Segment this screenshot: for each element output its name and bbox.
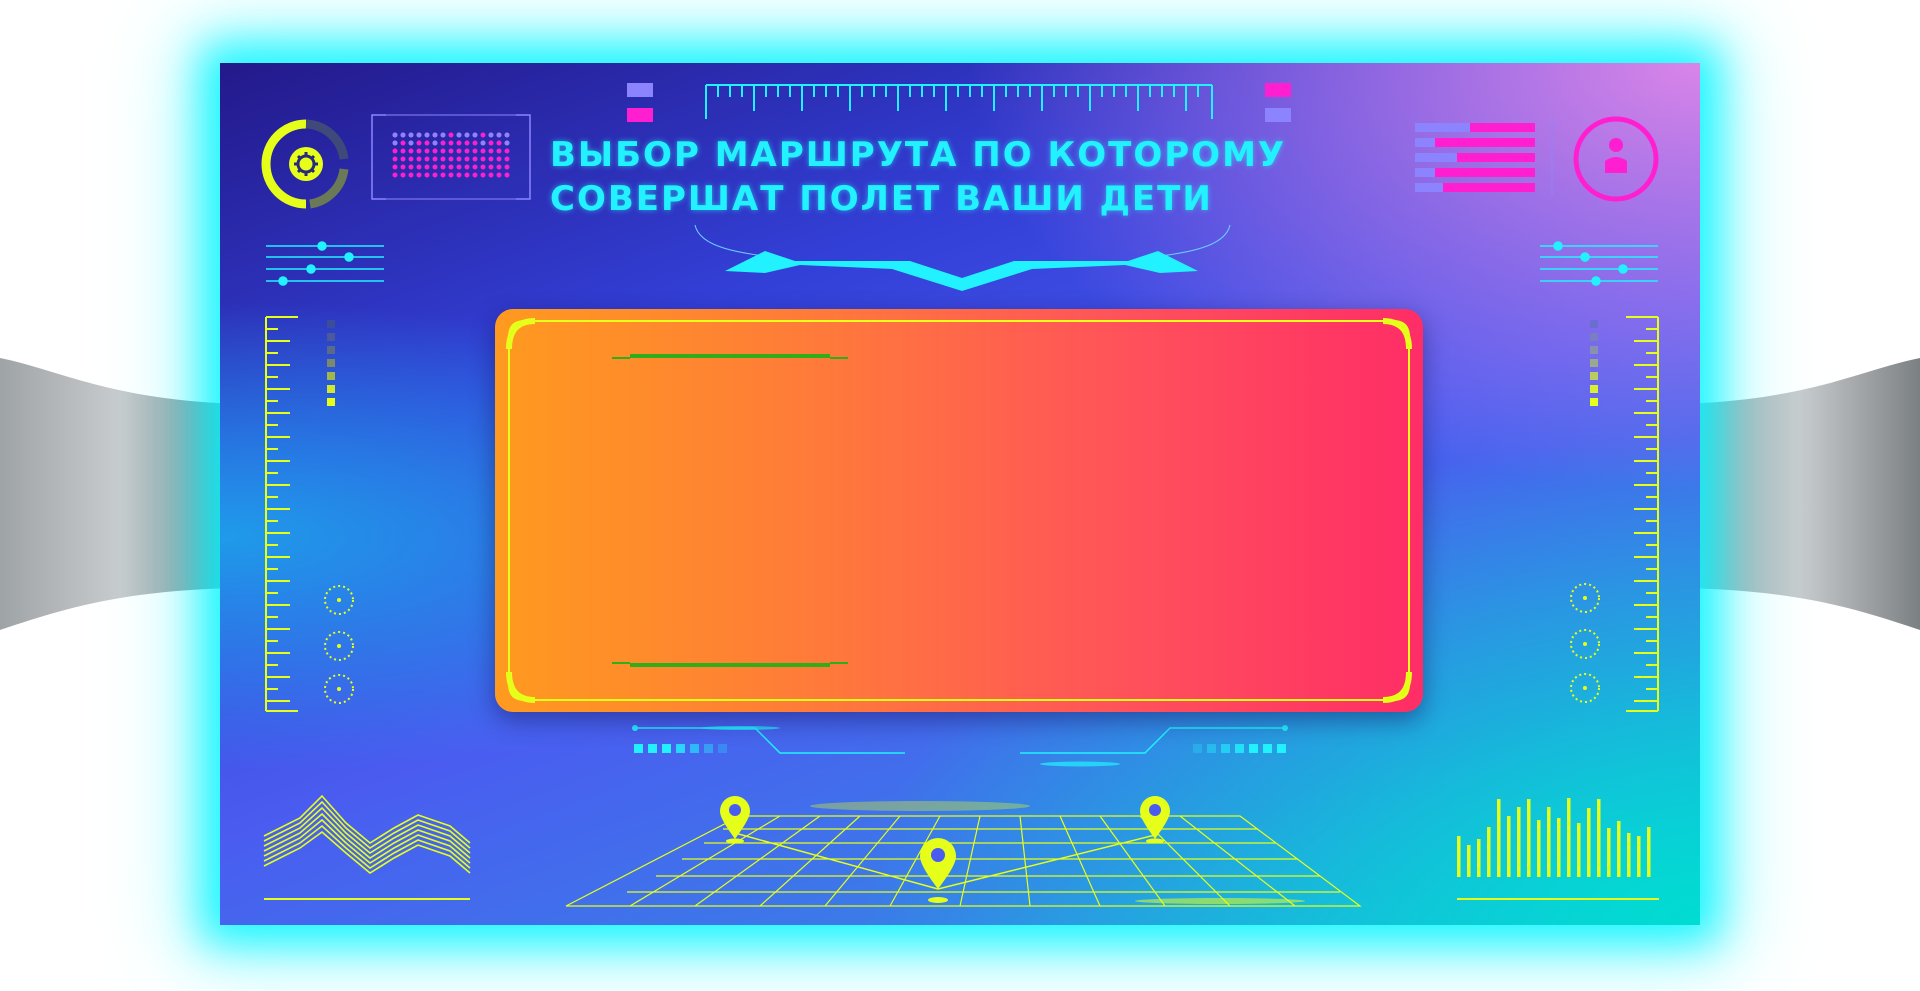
dot-matrix-display [371,114,531,200]
top-ruler [705,84,1213,119]
title-line-1: ВЫБОР МАРШРУТА ПО КОТОРОМУ [550,135,1287,175]
map-pin-icon [1140,796,1170,844]
page-title: ВЫБОР МАРШРУТА ПО КОТОРОМУ СОВЕРШАТ ПОЛЕ… [550,133,1287,221]
panel-trim-top [612,354,848,359]
user-icon [1573,116,1659,202]
horizontal-bars [1415,119,1553,196]
left-sliders [266,241,384,286]
right-ribbon [1680,358,1920,630]
marker-square [1265,83,1291,97]
gear-widget [261,119,349,209]
left-vertical-ruler [265,316,298,712]
right-sliders [1540,241,1658,286]
title-frame [694,224,1231,291]
marker-square [627,108,653,122]
mountain-graph [263,794,471,900]
equalizer-bars [1457,798,1659,900]
title-line-2: СОВЕРШАТ ПОЛЕТ ВАШИ ДЕТИ [550,179,1213,219]
marker-square [1265,108,1291,122]
hud-board: ВЫБОР МАРШРУТА ПО КОТОРОМУ СОВЕРШАТ ПОЛЕ… [220,63,1700,925]
right-level-squares [1590,320,1598,406]
map-pin-icon [920,838,956,903]
content-panel [495,309,1423,712]
right-vertical-ruler [1626,316,1659,712]
perspective-grid [565,815,1362,907]
left-ribbon [0,358,240,630]
panel-frame [506,318,1412,703]
circuit-lines [635,727,1285,754]
marker-square [627,83,653,97]
left-level-squares [327,320,335,406]
panel-trim-bottom [612,662,848,667]
